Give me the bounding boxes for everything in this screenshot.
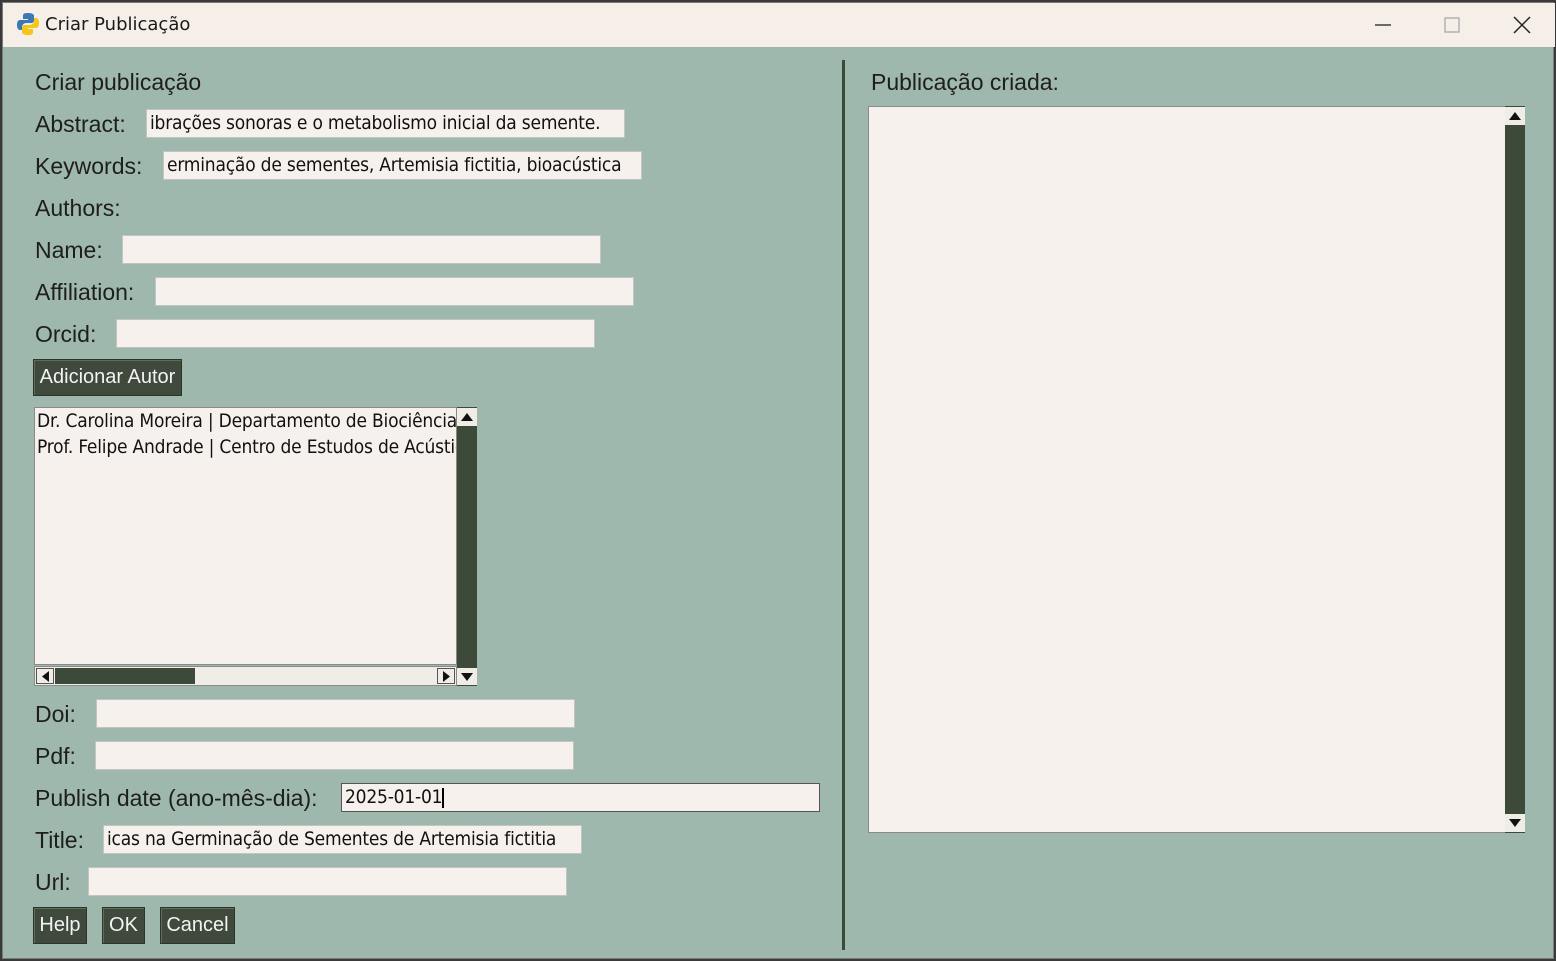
minimize-button[interactable] (1348, 3, 1418, 47)
keywords-input[interactable]: erminação de sementes, Artemisia fictiti… (163, 151, 642, 180)
pdf-input[interactable] (95, 741, 574, 770)
list-item[interactable]: Dr. Carolina Moreira | Departamento de B… (35, 408, 456, 434)
url-label: Url: (35, 869, 71, 895)
list-item[interactable]: Prof. Felipe Andrade | Centro de Estudos… (35, 434, 456, 460)
panel-divider (842, 60, 845, 950)
scroll-left-button[interactable] (36, 668, 54, 684)
output-vertical-scrollbar[interactable] (1505, 106, 1525, 833)
arrow-right-icon (442, 670, 450, 682)
affiliation-input[interactable] (155, 277, 634, 306)
authors-label: Authors: (35, 195, 121, 221)
arrow-up-icon (1509, 112, 1521, 120)
scroll-right-button[interactable] (437, 668, 455, 684)
close-icon (1513, 16, 1531, 34)
arrow-left-icon (41, 670, 49, 682)
window-title: Criar Publicação (45, 14, 191, 35)
abstract-input[interactable]: ibrações sonoras e o metabolismo inicial… (146, 109, 625, 138)
authors-listbox[interactable]: Dr. Carolina Moreira | Departamento de B… (34, 407, 457, 665)
orcid-label: Orcid: (35, 321, 97, 347)
doi-input[interactable] (96, 699, 575, 728)
title-input[interactable]: icas na Germinação de Sementes de Artemi… (103, 825, 582, 854)
add-author-button[interactable]: Adicionar Autor (33, 359, 182, 396)
maximize-button[interactable] (1417, 3, 1487, 47)
text-cursor (442, 787, 445, 808)
form-heading: Criar publicação (35, 69, 202, 95)
publish-date-label: Publish date (ano-mês-dia): (35, 785, 318, 811)
minimize-icon (1375, 24, 1391, 26)
publish-date-value: 2025-01-01 (345, 786, 443, 808)
output-label: Publicação criada: (871, 69, 1059, 95)
python-app-icon (17, 13, 39, 35)
scroll-up-button[interactable] (1505, 107, 1525, 125)
arrow-down-icon (1509, 819, 1521, 827)
orcid-input[interactable] (116, 319, 595, 348)
dialog-window: Criar Publicação Criar publicação Abstra… (2, 2, 1555, 959)
keywords-label: Keywords: (35, 153, 143, 179)
title-bar[interactable]: Criar Publicação (3, 3, 1555, 47)
authors-vertical-scrollbar[interactable] (457, 407, 477, 686)
scroll-up-button[interactable] (457, 408, 477, 426)
cancel-button[interactable]: Cancel (160, 907, 235, 944)
doi-label: Doi: (35, 701, 76, 727)
publication-output-textarea[interactable] (868, 106, 1506, 833)
horizontal-scroll-thumb[interactable] (55, 668, 195, 684)
maximize-icon (1444, 17, 1460, 33)
pdf-label: Pdf: (35, 743, 76, 769)
url-input[interactable] (88, 867, 567, 896)
arrow-down-icon (461, 672, 473, 681)
scroll-down-button[interactable] (1505, 814, 1525, 832)
publish-date-input[interactable]: 2025-01-01 (341, 783, 820, 812)
arrow-up-icon (461, 413, 473, 421)
help-button[interactable]: Help (33, 907, 87, 944)
title-label: Title: (35, 827, 84, 853)
name-label: Name: (35, 237, 103, 263)
scroll-down-button[interactable] (457, 668, 477, 685)
ok-button[interactable]: OK (102, 907, 145, 944)
authors-horizontal-scrollbar[interactable] (34, 666, 457, 686)
abstract-label: Abstract: (35, 111, 126, 137)
close-button[interactable] (1487, 3, 1556, 47)
name-input[interactable] (122, 235, 601, 264)
affiliation-label: Affiliation: (35, 279, 135, 305)
